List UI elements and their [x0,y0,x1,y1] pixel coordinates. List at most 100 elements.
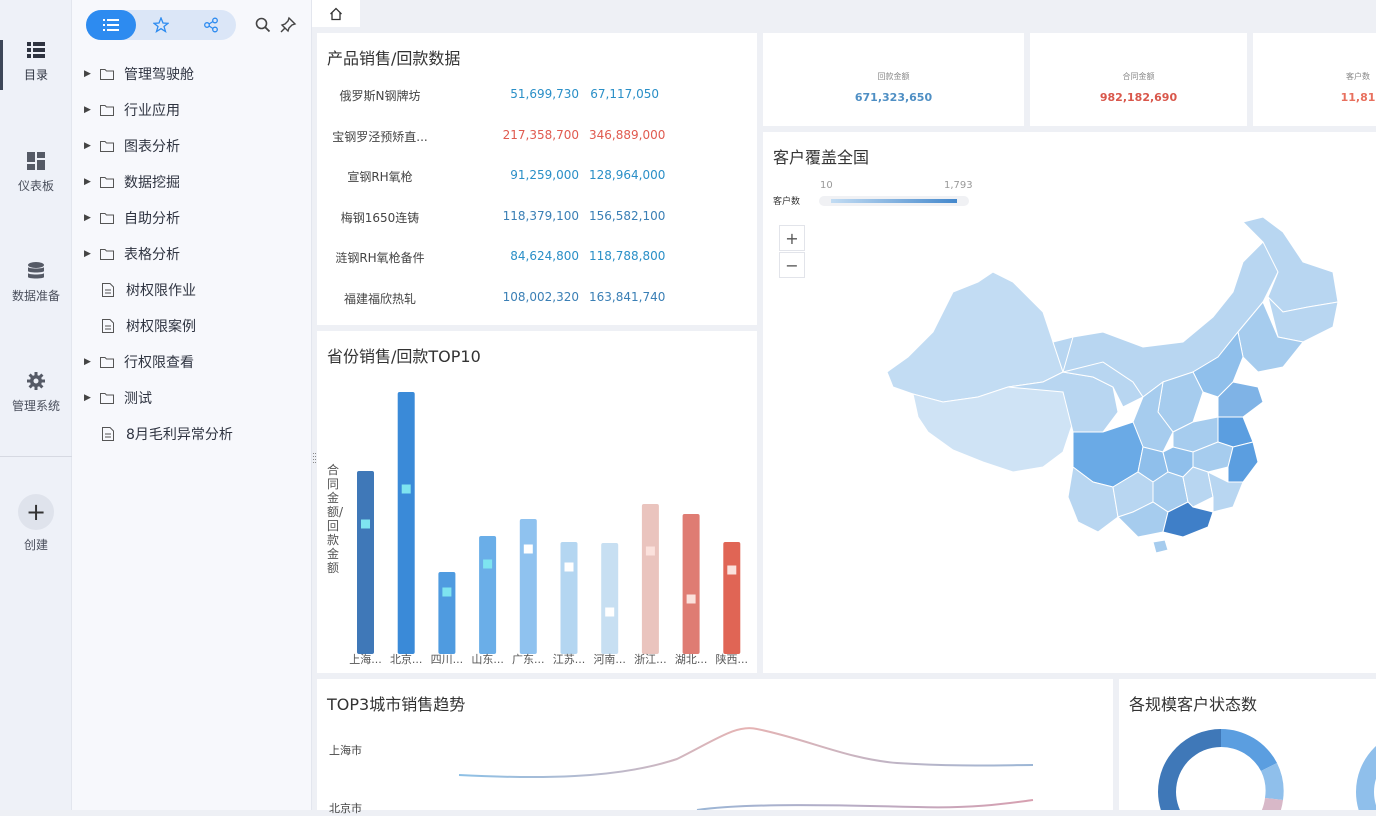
tree-folder-self-service[interactable]: ▶ 自助分析 [72,200,312,236]
list-icon [103,19,119,31]
donut-ring-2 [1356,745,1376,810]
document-icon [102,283,114,297]
marker-0[interactable] [361,519,370,529]
divider [0,456,72,457]
kpi-card-contract: 合同金额 982,182,690 [1030,33,1247,126]
caret-right-icon[interactable]: ▶ [84,105,96,115]
bar-0[interactable] [357,471,374,654]
rail-item-admin[interactable]: 管理系统 [0,371,72,414]
folder-icon [100,69,114,80]
rail-label: 管理系统 [11,399,60,413]
bar-4[interactable] [519,519,537,654]
product-name: 福建福欣热轧 [343,292,416,306]
search-icon[interactable] [254,16,272,34]
rail-item-dashboard[interactable]: 仪表板 [0,151,72,194]
trend-line-shanghai [458,727,1034,779]
bar-2[interactable] [438,572,456,654]
received-amount: 91,259,000 [510,168,579,182]
kpi-value: 11,81 [1340,91,1376,104]
tree-item-label: 测试 [124,391,152,407]
pin-icon[interactable] [279,16,297,34]
donut-slice-4 [1158,729,1221,810]
caret-right-icon[interactable]: ▶ [84,249,96,259]
bar-3[interactable] [479,536,497,654]
caret-right-icon[interactable]: ▶ [84,141,96,151]
list-view-button[interactable] [86,10,136,40]
tree-folder-table[interactable]: ▶ 表格分析 [72,236,312,272]
rail-item-data-prep[interactable]: 数据准备 [0,261,72,304]
tree-folder-charts[interactable]: ▶ 图表分析 [72,128,312,164]
caret-right-icon[interactable]: ▶ [84,357,96,367]
bar-1[interactable] [397,392,415,654]
caret-right-icon[interactable]: ▶ [84,177,96,187]
bar-7[interactable] [641,504,659,654]
marker-7[interactable] [645,546,655,556]
trend-line-beijing [696,799,1034,810]
database-icon [28,262,44,279]
tree-item-label: 树权限作业 [126,283,196,299]
caret-right-icon[interactable]: ▶ [84,69,96,79]
kpi-value: 671,323,650 [854,91,933,104]
tree-item-label: 行权限查看 [124,355,194,371]
marker-5[interactable] [564,562,574,572]
x-tick-label: 河南... [593,653,626,666]
contract-amount: 128,964,000 [589,168,666,182]
document-icon [102,427,114,441]
gear-icon [27,372,45,390]
tree-folder-row-perm[interactable]: ▶ 行权限查看 [72,344,312,380]
kpi-label: 客户数 [1346,72,1370,81]
caret-right-icon[interactable]: ▶ [84,213,96,223]
tree-folder-mining[interactable]: ▶ 数据挖掘 [72,164,312,200]
marker-9[interactable] [727,565,737,575]
tree-item-label: 自助分析 [124,211,180,227]
share-button[interactable] [186,10,236,40]
tree-item-label: 管理驾驶舱 [124,67,194,83]
tree-folder-cockpit[interactable]: ▶ 管理驾驶舱 [72,56,312,92]
x-tick-label: 陕西... [715,653,749,666]
nav-rail: 目录 仪表板 数据准备 管理系统 + 创建 [0,0,72,810]
marker-8[interactable] [686,594,696,604]
tab-bar [312,0,1376,28]
marker-2[interactable] [442,587,452,597]
marker-4[interactable] [523,544,533,554]
tree-doc-aug-margin[interactable]: 8月毛利异常分析 [72,416,312,452]
rail-label: 仪表板 [17,179,54,193]
contract-amount: 156,582,100 [589,209,666,223]
received-amount: 84,624,800 [510,249,579,263]
tree-doc-tree-perm-case[interactable]: 树权限案例 [72,308,312,344]
contract-amount: 118,788,800 [589,249,666,263]
tree-folder-industry[interactable]: ▶ 行业应用 [72,92,312,128]
marker-1[interactable] [401,484,411,494]
bar-6[interactable] [601,543,619,654]
plus-icon[interactable]: + [18,494,54,530]
tree-doc-tree-perm-job[interactable]: 树权限作业 [72,272,312,308]
caret-right-icon[interactable]: ▶ [84,393,96,403]
province-bar-chart [357,392,741,654]
marker-3[interactable] [483,559,493,569]
tree-item-label: 数据挖掘 [124,175,180,191]
folder-icon [100,105,114,116]
table-row: 宣钢RH氧枪 91,259,000 128,964,000 [317,168,757,188]
bar-8[interactable] [682,514,700,654]
product-name: 涟钢RH氧枪备件 [335,251,425,265]
rail-label: 目录 [23,68,48,82]
x-tick-label: 广东... [512,653,545,666]
favorites-button[interactable] [136,10,186,40]
marker-6[interactable] [605,607,615,617]
tree-folder-test[interactable]: ▶ 测试 [72,380,312,416]
customer-status-card: 各规模客户状态数 [1119,679,1376,810]
kpi-card-customers: 客户数 11,81 [1253,33,1376,126]
status-donut-chart [1158,728,1376,810]
create-item[interactable]: + 创建 [0,494,72,553]
bar-5[interactable] [560,542,578,654]
home-tab[interactable] [312,0,360,27]
product-sales-card: 产品销售/回款数据 俄罗斯N钢牌坊 51,699,730 67,117,050 … [317,33,757,325]
folder-icon [100,249,114,260]
rail-item-catalog[interactable]: 目录 [0,40,72,83]
document-icon [102,319,114,333]
home-icon [330,7,342,20]
tree-item-label: 树权限案例 [126,319,196,335]
bar-9[interactable] [723,542,741,654]
x-tick-label: 湖北... [674,653,708,666]
x-tick-label: 江苏... [552,653,586,666]
